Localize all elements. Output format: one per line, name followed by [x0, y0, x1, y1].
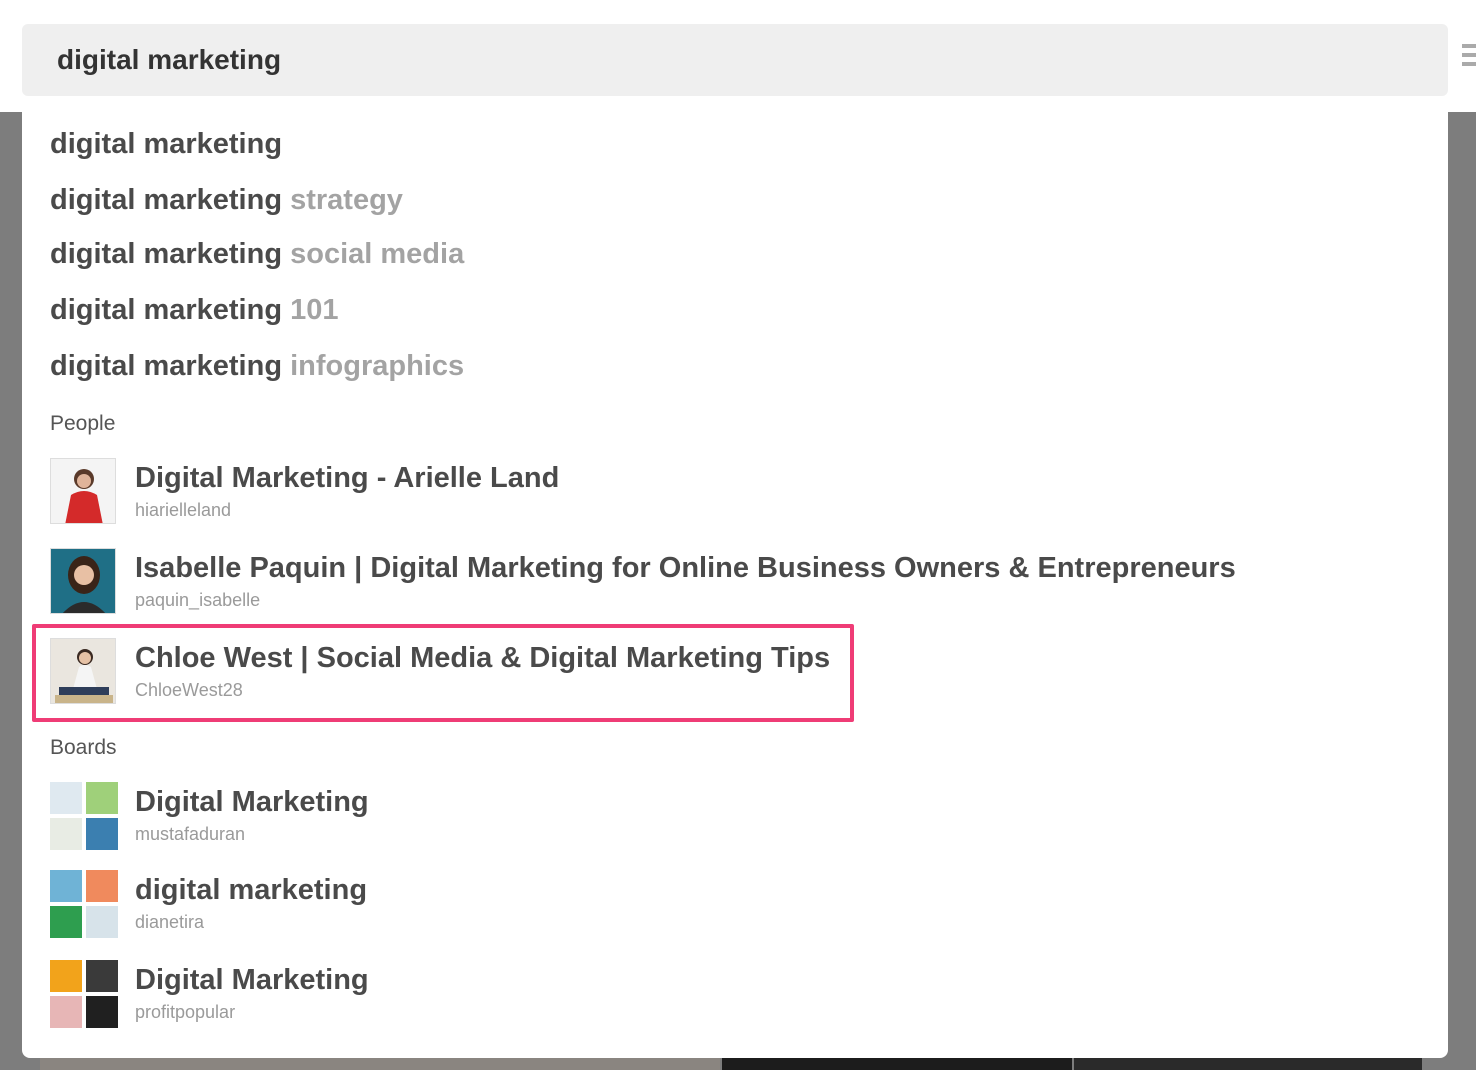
background-pin-tile [722, 1056, 1072, 1070]
board-cover [50, 870, 118, 938]
suggestion-item[interactable]: digital marketing 101 [50, 288, 339, 332]
suggestion-item[interactable]: digital marketing social media [50, 232, 464, 276]
board-result[interactable]: Digital Marketing profitpopular [50, 960, 1430, 1030]
board-result[interactable]: Digital Marketing mustafaduran [50, 782, 1430, 852]
board-owner: dianetira [135, 912, 205, 932]
person-username: ChloeWest28 [135, 680, 243, 700]
board-owner: profitpopular [135, 1002, 236, 1022]
suggestion-suffix: infographics [290, 350, 465, 382]
search-suggestions-dropdown: digital marketing digital marketing stra… [22, 112, 1448, 1058]
person-result[interactable]: Chloe West | Social Media & Digital Mark… [50, 638, 1430, 708]
boards-section-label: Boards [50, 736, 117, 759]
board-cover [50, 960, 118, 1028]
search-query-text: digital marketing [57, 44, 282, 75]
person-username: paquin_isabelle [135, 590, 261, 610]
suggestion-item[interactable]: digital marketing strategy [50, 178, 403, 222]
background-pin-tile [40, 1056, 720, 1070]
suggestion-item[interactable]: digital marketing infographics [50, 344, 464, 388]
suggestion-query: digital marketing [50, 238, 283, 270]
person-result[interactable]: Isabelle Paquin | Digital Marketing for … [50, 548, 1430, 618]
person-name: Chloe West | Social Media & Digital Mark… [135, 642, 831, 674]
person-username: hiarielleland [135, 500, 232, 520]
background-pin-tile [1074, 1056, 1422, 1070]
person-name: Digital Marketing - Arielle Land [135, 462, 560, 494]
suggestion-suffix: social media [290, 238, 465, 270]
suggestion-suffix: 101 [290, 294, 339, 326]
suggestion-query: digital marketing [50, 350, 283, 382]
board-name: Digital Marketing [135, 964, 369, 996]
board-result[interactable]: digital marketing dianetira [50, 870, 1430, 940]
board-name: digital marketing [135, 874, 368, 906]
board-name: Digital Marketing [135, 786, 369, 818]
avatar [50, 638, 116, 704]
suggestion-suffix: strategy [290, 184, 403, 216]
suggestion-query: digital marketing [50, 294, 283, 326]
top-bar: digital marketing [0, 0, 1476, 112]
suggestion-item[interactable]: digital marketing [50, 122, 282, 166]
person-name: Isabelle Paquin | Digital Marketing for … [135, 552, 1236, 584]
people-section-label: People [50, 412, 116, 435]
avatar [50, 548, 116, 614]
avatar [50, 458, 116, 524]
hamburger-icon[interactable] [1462, 44, 1476, 70]
search-input[interactable]: digital marketing [22, 24, 1448, 96]
board-owner: mustafaduran [135, 824, 246, 844]
board-cover [50, 782, 118, 850]
suggestion-query: digital marketing [50, 128, 283, 160]
suggestion-query: digital marketing [50, 184, 283, 216]
person-result[interactable]: Digital Marketing - Arielle Land hiariel… [50, 458, 1430, 528]
